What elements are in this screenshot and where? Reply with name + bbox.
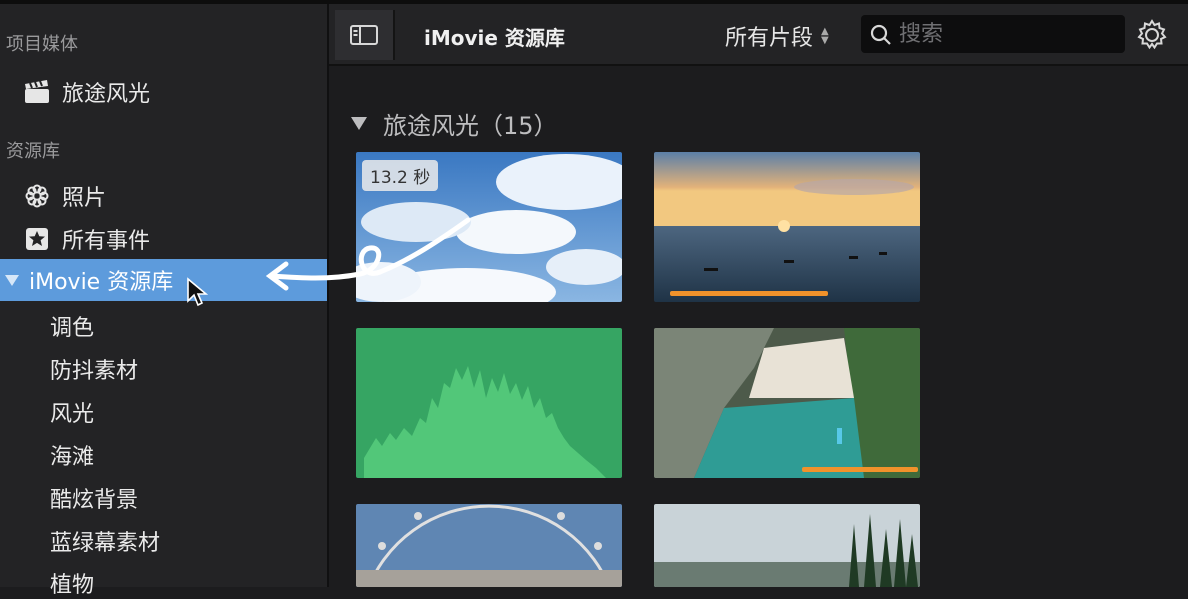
sidebar-item-all-events[interactable]: 所有事件 [0, 219, 327, 259]
sidebar-event-2[interactable]: 风光 [50, 396, 94, 428]
disclosure-triangle-icon[interactable] [351, 117, 367, 130]
star-icon [24, 226, 50, 252]
sidebar-toggle-icon [350, 25, 378, 45]
disclosure-triangle-icon[interactable] [5, 274, 19, 286]
clip-browser: 旅途风光（15） 13.2 秒 [329, 66, 1188, 587]
browser-toolbar: iMovie 资源库 所有片段 ▲ ▼ [329, 4, 1188, 66]
photos-flower-icon [24, 183, 50, 209]
sidebar-item-label: 旅途风光 [62, 82, 151, 107]
library-title: iMovie 资源库 [424, 26, 565, 50]
duration-badge: 13.2 秒 [362, 160, 439, 191]
event-header-label: 旅途风光（15） [383, 112, 558, 140]
forest-lake-image [654, 504, 920, 587]
sidebar-event-1[interactable]: 防抖素材 [50, 353, 138, 385]
sidebar-item-label: 照片 [62, 186, 107, 211]
clip-thumbnail-beach[interactable] [654, 328, 920, 478]
sidebar-item-label: iMovie 资源库 [29, 270, 174, 295]
clip-thumbnail-sky[interactable]: 13.2 秒 [356, 152, 622, 302]
sidebar-event-5[interactable]: 蓝绿幕素材 [50, 525, 160, 557]
search-input[interactable] [897, 20, 1101, 48]
beach-cove-image [654, 328, 920, 478]
clip-thumbnail-sunset[interactable] [654, 152, 920, 302]
favorite-range-bar [670, 291, 828, 296]
clip-filter-label: 所有片段 [725, 26, 814, 51]
clip-thumbnail-forest[interactable] [654, 504, 920, 587]
clapperboard-icon [24, 79, 50, 105]
sidebar: 项目媒体 旅途风光 资源库 照片 所有事件 iMovie 资源库 调色 防抖素材… [0, 4, 327, 598]
search-icon [870, 24, 891, 45]
sidebar-event-4[interactable]: 酷炫背景 [50, 482, 138, 514]
clip-thumbnail-audio[interactable] [356, 328, 622, 478]
ferris-wheel-image [356, 504, 622, 587]
sidebar-item-project[interactable]: 旅途风光 [0, 72, 327, 112]
sunset-sea-image [654, 152, 920, 302]
toggle-sidebar-button[interactable] [335, 10, 395, 60]
event-header[interactable]: 旅途风光（15） [351, 106, 558, 141]
search-field[interactable] [861, 15, 1125, 53]
sidebar-event-3[interactable]: 海滩 [50, 439, 94, 471]
clip-thumbnail-ferris-wheel[interactable] [356, 504, 622, 587]
sidebar-item-imovie-library[interactable]: iMovie 资源库 [0, 259, 327, 301]
sidebar-event-6[interactable]: 植物 [50, 567, 94, 599]
sidebar-item-photos[interactable]: 照片 [0, 176, 327, 216]
updown-chevron-icon: ▲ ▼ [821, 26, 829, 46]
section-project-media: 项目媒体 [6, 34, 78, 55]
clip-filter-popup[interactable]: 所有片段 ▲ ▼ [725, 20, 829, 52]
mouse-cursor-icon [187, 277, 208, 307]
audio-waveform-icon [364, 366, 606, 478]
gear-icon[interactable] [1135, 18, 1169, 52]
sidebar-event-0[interactable]: 调色 [50, 310, 94, 342]
sidebar-item-label: 所有事件 [62, 229, 151, 254]
favorite-range-bar [802, 467, 918, 472]
section-libraries: 资源库 [6, 141, 60, 162]
